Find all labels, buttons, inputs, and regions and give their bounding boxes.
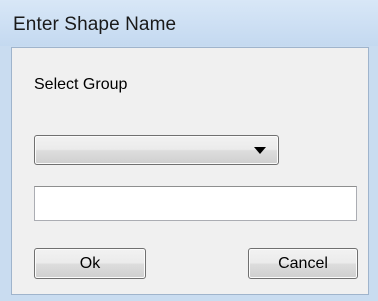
group-dropdown[interactable] — [34, 135, 279, 165]
cancel-button[interactable]: Cancel — [248, 248, 358, 279]
ok-button[interactable]: Ok — [34, 248, 146, 279]
select-group-label: Select Group — [34, 76, 128, 93]
shape-name-input[interactable] — [34, 186, 357, 221]
chevron-down-icon — [254, 147, 266, 154]
title-bar[interactable]: Enter Shape Name — [0, 0, 378, 46]
window-title: Enter Shape Name — [13, 14, 177, 35]
dialog-window: Enter Shape Name Select Group Ok Cancel — [0, 0, 378, 301]
dialog-body: Select Group Ok Cancel — [11, 47, 369, 295]
